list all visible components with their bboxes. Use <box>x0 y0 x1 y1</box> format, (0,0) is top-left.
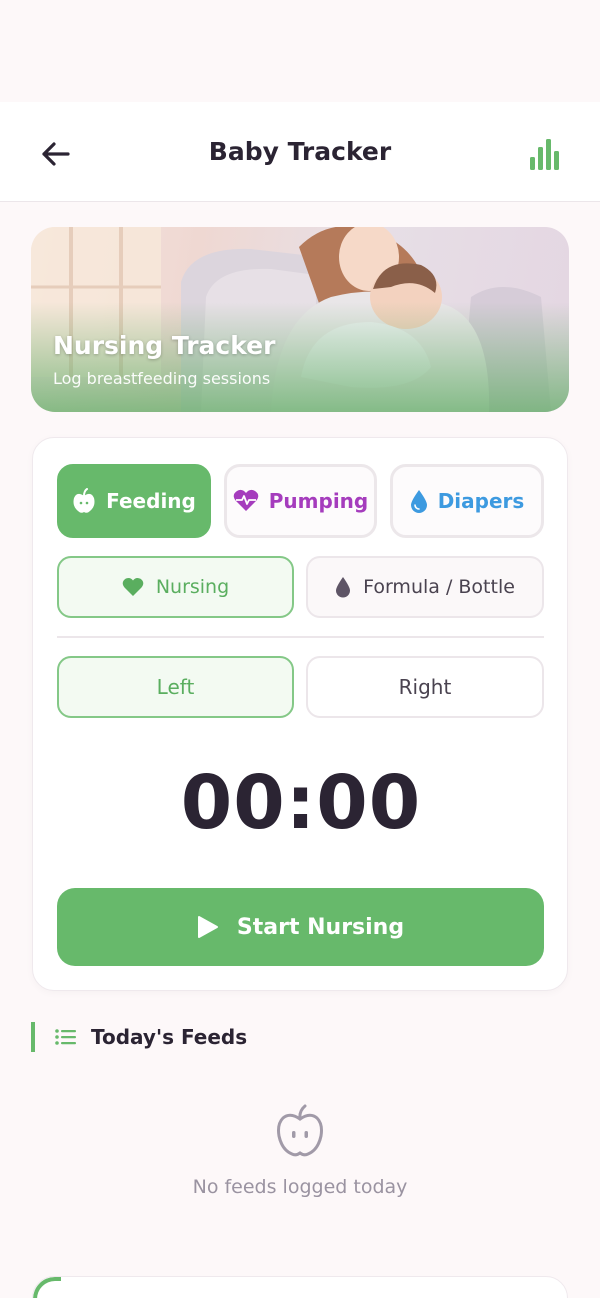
play-icon <box>197 916 218 938</box>
feed-type-label: Nursing <box>155 576 230 598</box>
start-button-label: Start Nursing <box>236 914 405 940</box>
top-bar: Baby Tracker <box>0 102 600 202</box>
apple-face-icon <box>277 1104 323 1157</box>
hero-subtitle: Log breastfeeding sessions <box>53 369 271 388</box>
side-left-button[interactable]: Left <box>57 656 294 718</box>
page-title: Baby Tracker <box>208 137 392 166</box>
bar-chart-icon <box>530 139 559 170</box>
heart-icon <box>122 577 144 596</box>
tracker-card: Feeding Pumping Diapers Nursing Formula … <box>32 437 568 991</box>
timer-display: 00:00 <box>180 760 422 846</box>
feed-type-label: Formula / Bottle <box>363 576 515 598</box>
todays-feeds-title: Today's Feeds <box>91 1025 248 1049</box>
hero-title: Nursing Tracker <box>53 331 276 360</box>
empty-state-text: No feeds logged today <box>192 1176 408 1198</box>
todays-feeds-header: Today's Feeds <box>31 1022 247 1052</box>
empty-state: No feeds logged today <box>0 1104 600 1198</box>
category-diapers-button[interactable]: Diapers <box>390 464 544 538</box>
start-nursing-button[interactable]: Start Nursing <box>57 888 544 966</box>
droplet-icon <box>336 577 351 598</box>
card-accent <box>33 1277 61 1298</box>
arrow-left-icon <box>42 142 70 166</box>
category-pumping-button[interactable]: Pumping <box>224 464 377 538</box>
feed-type-nursing-button[interactable]: Nursing <box>57 556 294 618</box>
heart-pulse-icon <box>233 489 259 511</box>
next-section-card <box>32 1276 568 1298</box>
droplet-icon <box>410 490 427 513</box>
side-right-button[interactable]: Right <box>306 656 544 718</box>
category-feeding-button[interactable]: Feeding <box>57 464 211 538</box>
back-button[interactable] <box>36 136 76 172</box>
category-label: Feeding <box>106 489 196 513</box>
feed-type-formula-button[interactable]: Formula / Bottle <box>306 556 544 618</box>
hero-banner: Nursing Tracker Log breastfeeding sessio… <box>31 227 569 412</box>
divider <box>57 636 544 638</box>
stats-button[interactable] <box>524 134 564 174</box>
category-label: Pumping <box>268 489 369 513</box>
category-label: Diapers <box>437 489 525 513</box>
list-icon <box>55 1029 76 1045</box>
apple-icon <box>73 488 95 513</box>
